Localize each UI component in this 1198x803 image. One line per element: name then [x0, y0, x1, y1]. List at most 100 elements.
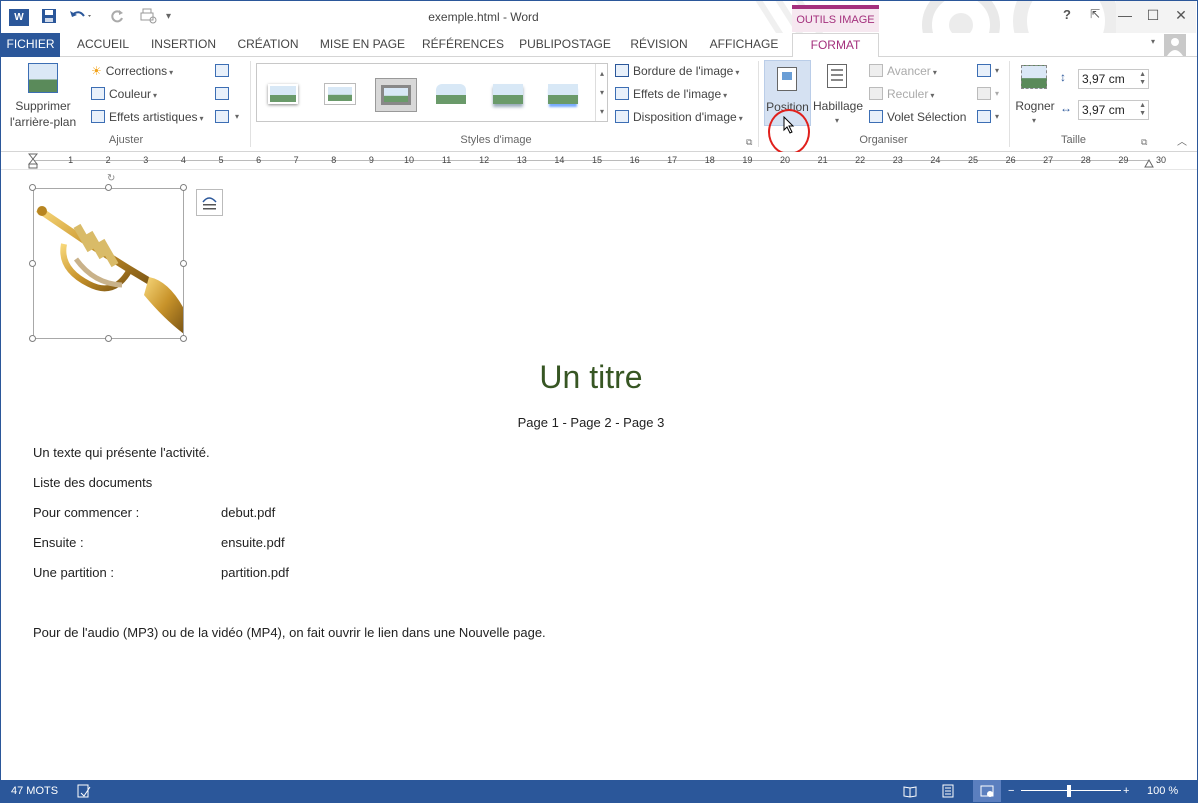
read-mode-icon[interactable] — [903, 784, 917, 802]
group-dropdown-icon[interactable]: ▾ — [995, 89, 999, 98]
file-link[interactable]: ensuite.pdf — [221, 535, 285, 550]
group-icon[interactable] — [977, 87, 991, 100]
artistic-effects-button[interactable]: Effets artistiques ▾ — [91, 109, 204, 127]
resize-handle[interactable] — [180, 184, 187, 191]
zoom-slider[interactable] — [1021, 790, 1121, 791]
resize-handle[interactable] — [29, 260, 36, 267]
picture-style-5[interactable] — [488, 78, 530, 112]
proofing-icon[interactable] — [77, 784, 91, 802]
tab-creation[interactable]: CRÉATION — [232, 33, 304, 57]
tab-insertion[interactable]: INSERTION — [146, 33, 221, 57]
picture-style-4[interactable] — [431, 78, 473, 112]
send-backward-button[interactable]: Reculer ▾ — [869, 86, 934, 104]
height-value: 3,97 cm — [1082, 72, 1125, 86]
group-separator — [250, 61, 251, 147]
rotate-dropdown-icon[interactable]: ▾ — [995, 112, 999, 121]
resize-handle[interactable] — [29, 335, 36, 342]
dropdown-arrow-icon: ▾ — [199, 114, 204, 123]
right-indent-marker-icon[interactable] — [1144, 156, 1154, 168]
picture-layout-button[interactable]: Disposition d'image ▾ — [615, 109, 743, 127]
height-input[interactable]: 3,97 cm ▲ ▼ — [1078, 69, 1149, 89]
word-count[interactable]: 47 MOTS — [11, 780, 58, 802]
collapse-ribbon-icon[interactable]: ︿ — [1177, 133, 1187, 148]
reset-dropdown-icon[interactable]: ▾ — [235, 112, 239, 121]
print-layout-icon[interactable] — [941, 784, 955, 802]
rotate-icon[interactable] — [977, 110, 991, 123]
help-icon[interactable]: ? — [1057, 7, 1077, 22]
layout-options-icon[interactable] — [196, 189, 223, 216]
tab-references[interactable]: RÉFÉRENCES — [419, 33, 507, 57]
compress-pictures-icon[interactable] — [215, 64, 229, 77]
picture-effects-button[interactable]: Effets de l'image ▾ — [615, 86, 727, 104]
picture-style-3[interactable] — [375, 78, 417, 112]
align-dropdown-icon[interactable]: ▾ — [995, 66, 999, 75]
zoom-in-button[interactable]: + — [1123, 780, 1129, 802]
remove-background-button[interactable]: Supprimer l'arrière-plan — [7, 98, 79, 130]
file-link[interactable]: debut.pdf — [221, 505, 275, 520]
indent-marker-icon[interactable] — [27, 153, 39, 169]
width-input[interactable]: 3,97 cm ▲ ▼ — [1078, 100, 1149, 120]
crop-dropdown-icon[interactable]: ▾ — [1032, 116, 1036, 125]
crop-button[interactable]: Rogner — [1014, 98, 1056, 114]
ruler-tick-label: 25 — [967, 155, 978, 165]
wrap-text-icon[interactable] — [827, 64, 847, 88]
styles-dialog-launcher-icon[interactable]: ⧉ — [746, 137, 752, 148]
selection-pane-button[interactable]: Volet Sélection — [869, 109, 966, 125]
document-page[interactable]: ↻ Un titre Page 1 - Page 2 - Page 3 Un t… — [1, 170, 1197, 780]
reset-picture-icon[interactable] — [215, 110, 229, 123]
tab-affichage[interactable]: AFFICHAGE — [704, 33, 784, 57]
crop-icon[interactable] — [1021, 65, 1047, 89]
selected-picture[interactable] — [29, 184, 187, 342]
file-link[interactable]: partition.pdf — [221, 565, 289, 580]
page-navigation-links[interactable]: Page 1 - Page 2 - Page 3 — [1, 415, 1181, 430]
resize-handle[interactable] — [105, 184, 112, 191]
resize-handle[interactable] — [29, 184, 36, 191]
maximize-button[interactable]: ☐ — [1143, 7, 1163, 24]
picture-style-1[interactable] — [263, 78, 305, 112]
ribbon-display-options-icon[interactable]: ⇱ — [1085, 7, 1105, 21]
corrections-button[interactable]: ☀ Corrections ▾ — [91, 63, 173, 81]
group-label-ajuster: Ajuster — [108, 134, 144, 146]
resize-handle[interactable] — [180, 260, 187, 267]
resize-handle[interactable] — [180, 335, 187, 342]
remove-background-icon[interactable] — [28, 63, 58, 93]
rotation-handle-icon[interactable]: ↻ — [107, 173, 115, 184]
tab-fichier[interactable]: FICHIER — [1, 33, 60, 57]
user-avatar[interactable] — [1164, 34, 1186, 56]
tab-mise-en-page[interactable]: MISE EN PAGE — [315, 33, 410, 57]
avancer-label: Avancer — [887, 64, 931, 78]
size-dialog-launcher-icon[interactable]: ⧉ — [1141, 137, 1147, 148]
zoom-slider-thumb[interactable] — [1067, 785, 1071, 797]
change-picture-icon[interactable] — [215, 87, 229, 100]
close-button[interactable]: ✕ — [1171, 7, 1191, 24]
picture-style-6[interactable] — [543, 78, 585, 112]
ruler-tick-label: 24 — [930, 155, 941, 165]
web-layout-icon[interactable] — [973, 780, 1001, 802]
horizontal-ruler[interactable]: 1 2 3 4 5 6 7 8 9 10 11 12 13 14 15 16 17 18 19 20 21 22 23 24 2… — [1, 152, 1197, 170]
bring-forward-button[interactable]: Avancer ▾ — [869, 63, 937, 81]
width-spinner-icon[interactable]: ▲ ▼ — [1139, 102, 1146, 118]
row-label: Une partition : — [33, 565, 114, 580]
picture-border-button[interactable]: Bordure de l'image ▾ — [615, 63, 739, 81]
resize-handle[interactable] — [105, 335, 112, 342]
tab-format[interactable]: FORMAT — [792, 33, 879, 58]
zoom-out-button[interactable]: − — [1008, 780, 1014, 802]
dropdown-arrow-icon: ▾ — [738, 114, 743, 123]
height-spinner-icon[interactable]: ▲ ▼ — [1139, 71, 1146, 87]
corrections-label: Corrections — [105, 64, 168, 78]
gallery-scroll[interactable]: ▴ ▾ ▾ — [595, 64, 608, 121]
tab-publipostage[interactable]: PUBLIPOSTAGE — [517, 33, 613, 57]
wrap-text-dropdown-icon[interactable]: ▾ — [835, 116, 839, 125]
align-icon[interactable] — [977, 64, 991, 77]
minimize-button[interactable]: — — [1115, 7, 1135, 23]
picture-style-2[interactable] — [320, 78, 362, 112]
sun-icon: ☀ — [91, 64, 102, 78]
ruler-tick-label: 13 — [516, 155, 527, 165]
couleur-button[interactable]: Couleur ▾ — [91, 86, 157, 104]
wrap-text-button[interactable]: Habillage — [813, 98, 863, 114]
tab-accueil[interactable]: ACCUEIL — [71, 33, 135, 57]
height-icon: ↕ — [1060, 70, 1066, 84]
account-dropdown-icon[interactable]: ▾ — [1151, 37, 1159, 46]
tab-revision[interactable]: RÉVISION — [625, 33, 693, 57]
zoom-level[interactable]: 100 % — [1147, 780, 1178, 802]
